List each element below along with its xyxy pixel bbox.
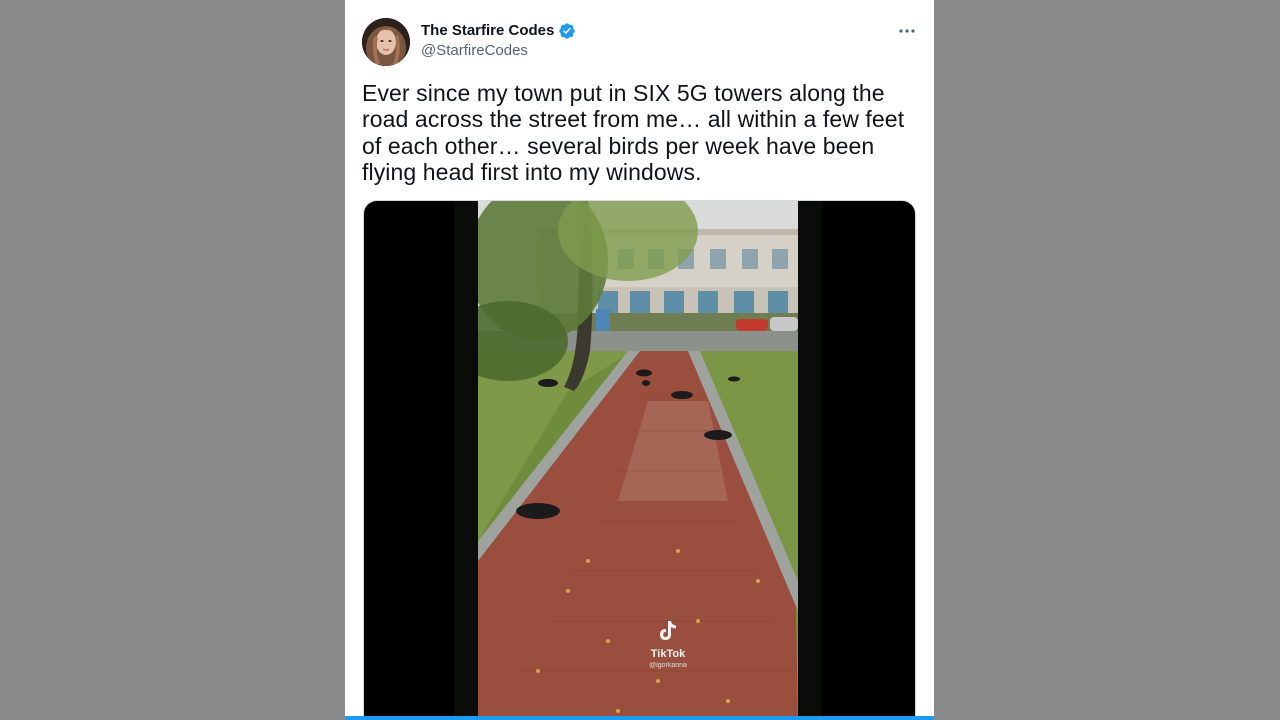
- tweet-card[interactable]: The Starfire Codes @StarfireCodes Ever s…: [345, 0, 934, 720]
- progress-accent-bar: [345, 716, 934, 720]
- tweet-video[interactable]: TikTok @igorkarina: [363, 200, 916, 720]
- tiktok-brand-label: TikTok: [650, 648, 686, 660]
- tiktok-logo-icon: [660, 621, 676, 640]
- verified-badge-icon: [559, 23, 576, 39]
- author-display-name[interactable]: The Starfire Codes: [421, 21, 554, 41]
- ellipsis-icon: [899, 29, 915, 33]
- author-avatar[interactable]: [362, 18, 410, 66]
- video-letterbox-left: [454, 201, 478, 720]
- video-still-image: [478, 201, 798, 720]
- more-options-button[interactable]: [896, 20, 918, 42]
- video-letterbox-right: [798, 201, 822, 720]
- author-name-row[interactable]: The Starfire Codes: [421, 21, 576, 41]
- author-handle[interactable]: @StarfireCodes: [421, 41, 528, 61]
- tiktok-username: @igorkarina: [649, 662, 687, 669]
- tweet-text: Ever since my town put in SIX 5G towers …: [362, 80, 905, 186]
- video-frame[interactable]: [478, 201, 798, 720]
- tiktok-watermark: TikTok @igorkarina: [640, 619, 696, 670]
- page-backdrop: The Starfire Codes @StarfireCodes Ever s…: [0, 0, 1280, 720]
